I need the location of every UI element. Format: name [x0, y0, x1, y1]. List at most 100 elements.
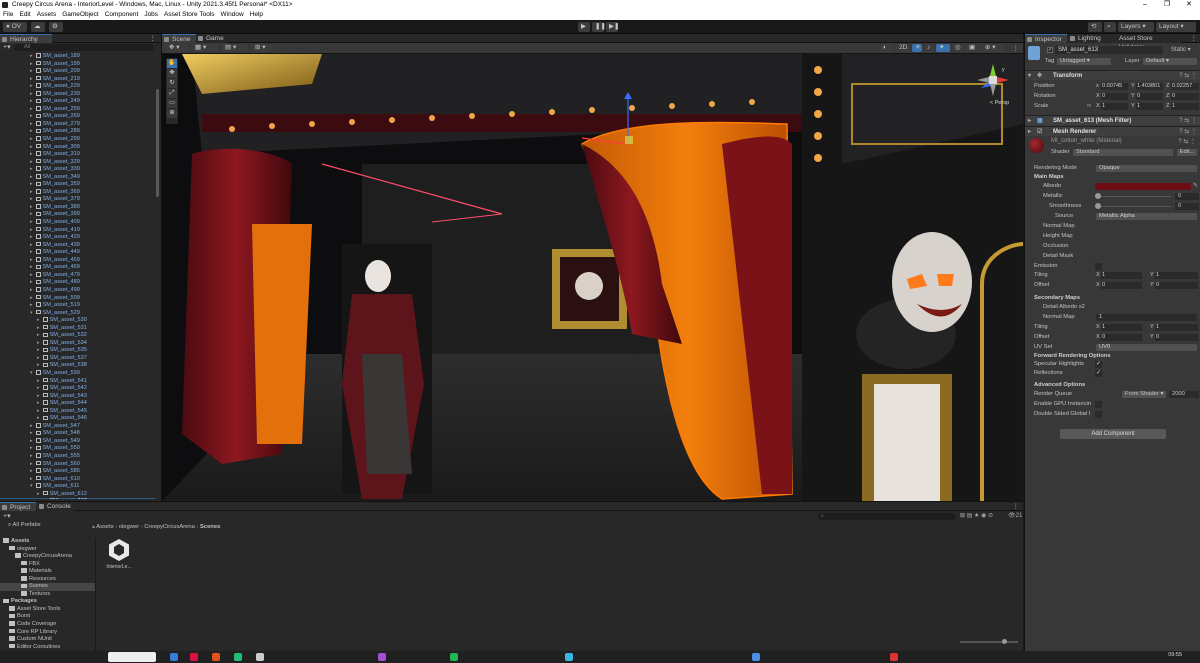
- menu-asset-store-tools[interactable]: Asset Store Tools: [164, 10, 214, 20]
- tab-game[interactable]: Game: [196, 34, 228, 43]
- occlusion-label[interactable]: Occlusion: [1043, 242, 1068, 251]
- taskbar-app-icon[interactable]: [565, 653, 573, 661]
- hierarchy-item[interactable]: ▸ SM_asset_530: [0, 317, 155, 325]
- view-tool-icon[interactable]: ✋: [167, 59, 177, 68]
- albedo-color-swatch[interactable]: [1095, 183, 1191, 190]
- hierarchy-item[interactable]: ▸ SM_asset_560: [0, 461, 155, 469]
- hierarchy-item[interactable]: ▾ SM_asset_611: [0, 483, 155, 491]
- offset-x-field[interactable]: X0: [1096, 282, 1142, 289]
- specular-checkbox[interactable]: ✓: [1095, 361, 1102, 368]
- metallic-value[interactable]: 0: [1175, 193, 1199, 200]
- move-tool-icon[interactable]: ✥: [167, 69, 177, 78]
- secondary-tiling-x-field[interactable]: X1: [1096, 324, 1142, 331]
- secondary-normal-label[interactable]: Normal Map: [1043, 313, 1075, 322]
- material-menu-icon[interactable]: ? ⇆ ⋮: [1178, 138, 1196, 145]
- taskbar-app-icon[interactable]: [256, 653, 264, 661]
- hierarchy-item[interactable]: ▸ SM_asset_537: [0, 355, 155, 363]
- breadcrumb-item[interactable]: olegwer: [119, 524, 139, 530]
- scene-menu-icon[interactable]: ⋮: [1013, 43, 1020, 54]
- hierarchy-item[interactable]: ▸ SM_asset_249: [0, 98, 155, 106]
- component-menu-icon[interactable]: ? ⇆ ⋮: [1179, 116, 1197, 126]
- hierarchy-item[interactable]: ▸ SM_asset_269: [0, 113, 155, 121]
- detail-mask-label[interactable]: Detail Mask: [1043, 252, 1073, 261]
- hierarchy-item[interactable]: ▸ SM_asset_449: [0, 249, 155, 257]
- pivot-dropdown[interactable]: ▦ ▾: [192, 44, 218, 52]
- pause-button[interactable]: ❚❚: [592, 22, 606, 32]
- hierarchy-item[interactable]: ▸ SM_asset_519: [0, 302, 155, 310]
- hierarchy-item[interactable]: ▸ SM_asset_219: [0, 76, 155, 84]
- taskbar-app-icon[interactable]: [170, 653, 178, 661]
- position-x-field[interactable]: x 0.00745: [1096, 83, 1128, 90]
- hierarchy-item[interactable]: ▸ SM_asset_532: [0, 332, 155, 340]
- component-menu-icon[interactable]: ? ⇆ ⋮: [1179, 127, 1197, 137]
- taskbar-app-icon[interactable]: [378, 653, 386, 661]
- project-folder-item[interactable]: olegwer: [0, 546, 95, 554]
- gizmos-dropdown[interactable]: ⊕ ▾: [982, 44, 1004, 52]
- tab-console[interactable]: Console: [37, 502, 75, 511]
- active-checkbox[interactable]: ✓: [1047, 47, 1053, 53]
- rotation-y-field[interactable]: Y0: [1131, 93, 1163, 100]
- hierarchy-item[interactable]: ▸ SM_asset_531: [0, 325, 155, 333]
- tab-inspector[interactable]: Inspector: [1025, 34, 1067, 43]
- position-y-field[interactable]: Y 1.403801: [1131, 83, 1163, 90]
- taskbar-app-icon[interactable]: [212, 653, 220, 661]
- hierarchy-item[interactable]: ▸ SM_asset_549: [0, 438, 155, 446]
- account-dropdown[interactable]: ● OV ▾: [3, 22, 27, 40]
- snap-dropdown[interactable]: ⊞ ▾: [252, 44, 272, 52]
- hierarchy-item[interactable]: ▸ SM_asset_259: [0, 106, 155, 114]
- rect-tool-icon[interactable]: ▭: [167, 99, 177, 108]
- menu-assets[interactable]: Assets: [37, 10, 57, 20]
- gpu-instancing-checkbox[interactable]: [1095, 401, 1102, 408]
- secondary-tiling-y-field[interactable]: Y1: [1150, 324, 1198, 331]
- menu-gameobject[interactable]: GameObject: [62, 10, 99, 20]
- hierarchy-item[interactable]: ▸ SM_asset_299: [0, 136, 155, 144]
- tab-project[interactable]: Project: [0, 502, 36, 511]
- tiling-y-field[interactable]: Y1: [1150, 272, 1198, 279]
- all-prefabs-item[interactable]: ⌕ All Prefabs: [8, 522, 41, 529]
- secondary-offset-y-field[interactable]: Y0: [1150, 334, 1198, 341]
- hierarchy-item[interactable]: ▸ SM_asset_543: [0, 393, 155, 401]
- maximize-icon[interactable]: ❐: [1156, 0, 1178, 10]
- secondary-normal-value[interactable]: 1: [1096, 314, 1197, 321]
- static-toggle[interactable]: Static ▾: [1171, 46, 1191, 54]
- inspector-menu-icon[interactable]: ⋮: [1191, 34, 1198, 43]
- hierarchy-item[interactable]: ▸ SM_asset_319: [0, 151, 155, 159]
- mesh-filter-header[interactable]: ▸ ▦ SM_asset_613 (Mesh Filter) ? ⇆ ⋮: [1025, 115, 1200, 125]
- link-scale-icon[interactable]: ∞: [1087, 102, 1091, 111]
- double-sided-checkbox[interactable]: [1095, 411, 1102, 418]
- menu-jobs[interactable]: Jobs: [144, 10, 158, 20]
- hierarchy-item[interactable]: ▸ SM_asset_419: [0, 227, 155, 235]
- hierarchy-item[interactable]: ▸ SM_asset_209: [0, 68, 155, 76]
- hierarchy-item[interactable]: ▸ SM_asset_199: [0, 61, 155, 69]
- hierarchy-item[interactable]: ▸ SM_asset_229: [0, 83, 155, 91]
- hand-tool-dropdown[interactable]: ✥ ▾: [166, 44, 188, 52]
- close-icon[interactable]: ✕: [1178, 0, 1200, 10]
- hierarchy-item[interactable]: ▸ SM_asset_585: [0, 468, 155, 476]
- icon-size-slider[interactable]: [960, 641, 1018, 643]
- hierarchy-item[interactable]: ▸ SM_asset_379: [0, 196, 155, 204]
- hierarchy-item[interactable]: ▸ SM_asset_548: [0, 430, 155, 438]
- breadcrumb-item[interactable]: Scenes: [200, 524, 220, 530]
- project-folder-item[interactable]: FBX: [0, 561, 95, 569]
- hierarchy-item[interactable]: ▸ SM_asset_189: [0, 53, 155, 61]
- rotation-x-field[interactable]: X0: [1096, 93, 1128, 100]
- taskbar-app-icon[interactable]: [190, 653, 198, 661]
- scale-z-field[interactable]: Z1: [1166, 103, 1199, 110]
- hierarchy-item[interactable]: ▸ SM_asset_538: [0, 362, 155, 370]
- hierarchy-item[interactable]: ▸ SM_asset_612: [0, 491, 155, 499]
- layer-dropdown[interactable]: Default ▾: [1143, 58, 1197, 65]
- hierarchy-item[interactable]: ▾ SM_asset_529: [0, 310, 155, 318]
- rotate-tool-icon[interactable]: ↻: [167, 79, 177, 88]
- hierarchy-item[interactable]: ▸ SM_asset_359: [0, 181, 155, 189]
- hierarchy-item[interactable]: ▸ SM_asset_289: [0, 128, 155, 136]
- smoothness-slider-thumb[interactable]: [1095, 203, 1101, 209]
- project-menu-icon[interactable]: ⋮: [1013, 502, 1020, 511]
- hierarchy-item[interactable]: ▸ SM_asset_499: [0, 287, 155, 295]
- hierarchy-item[interactable]: ▸ SM_asset_309: [0, 144, 155, 152]
- detail-albedo-label[interactable]: Detail Albedo x2: [1043, 303, 1085, 312]
- hierarchy-item[interactable]: ▸ SM_asset_534: [0, 340, 155, 348]
- tab-scene[interactable]: Scene: [162, 34, 196, 43]
- project-create-icon[interactable]: +▾: [3, 512, 11, 520]
- project-folder-item[interactable]: Code Coverage: [0, 621, 95, 629]
- breadcrumb-item[interactable]: Assets: [96, 524, 113, 530]
